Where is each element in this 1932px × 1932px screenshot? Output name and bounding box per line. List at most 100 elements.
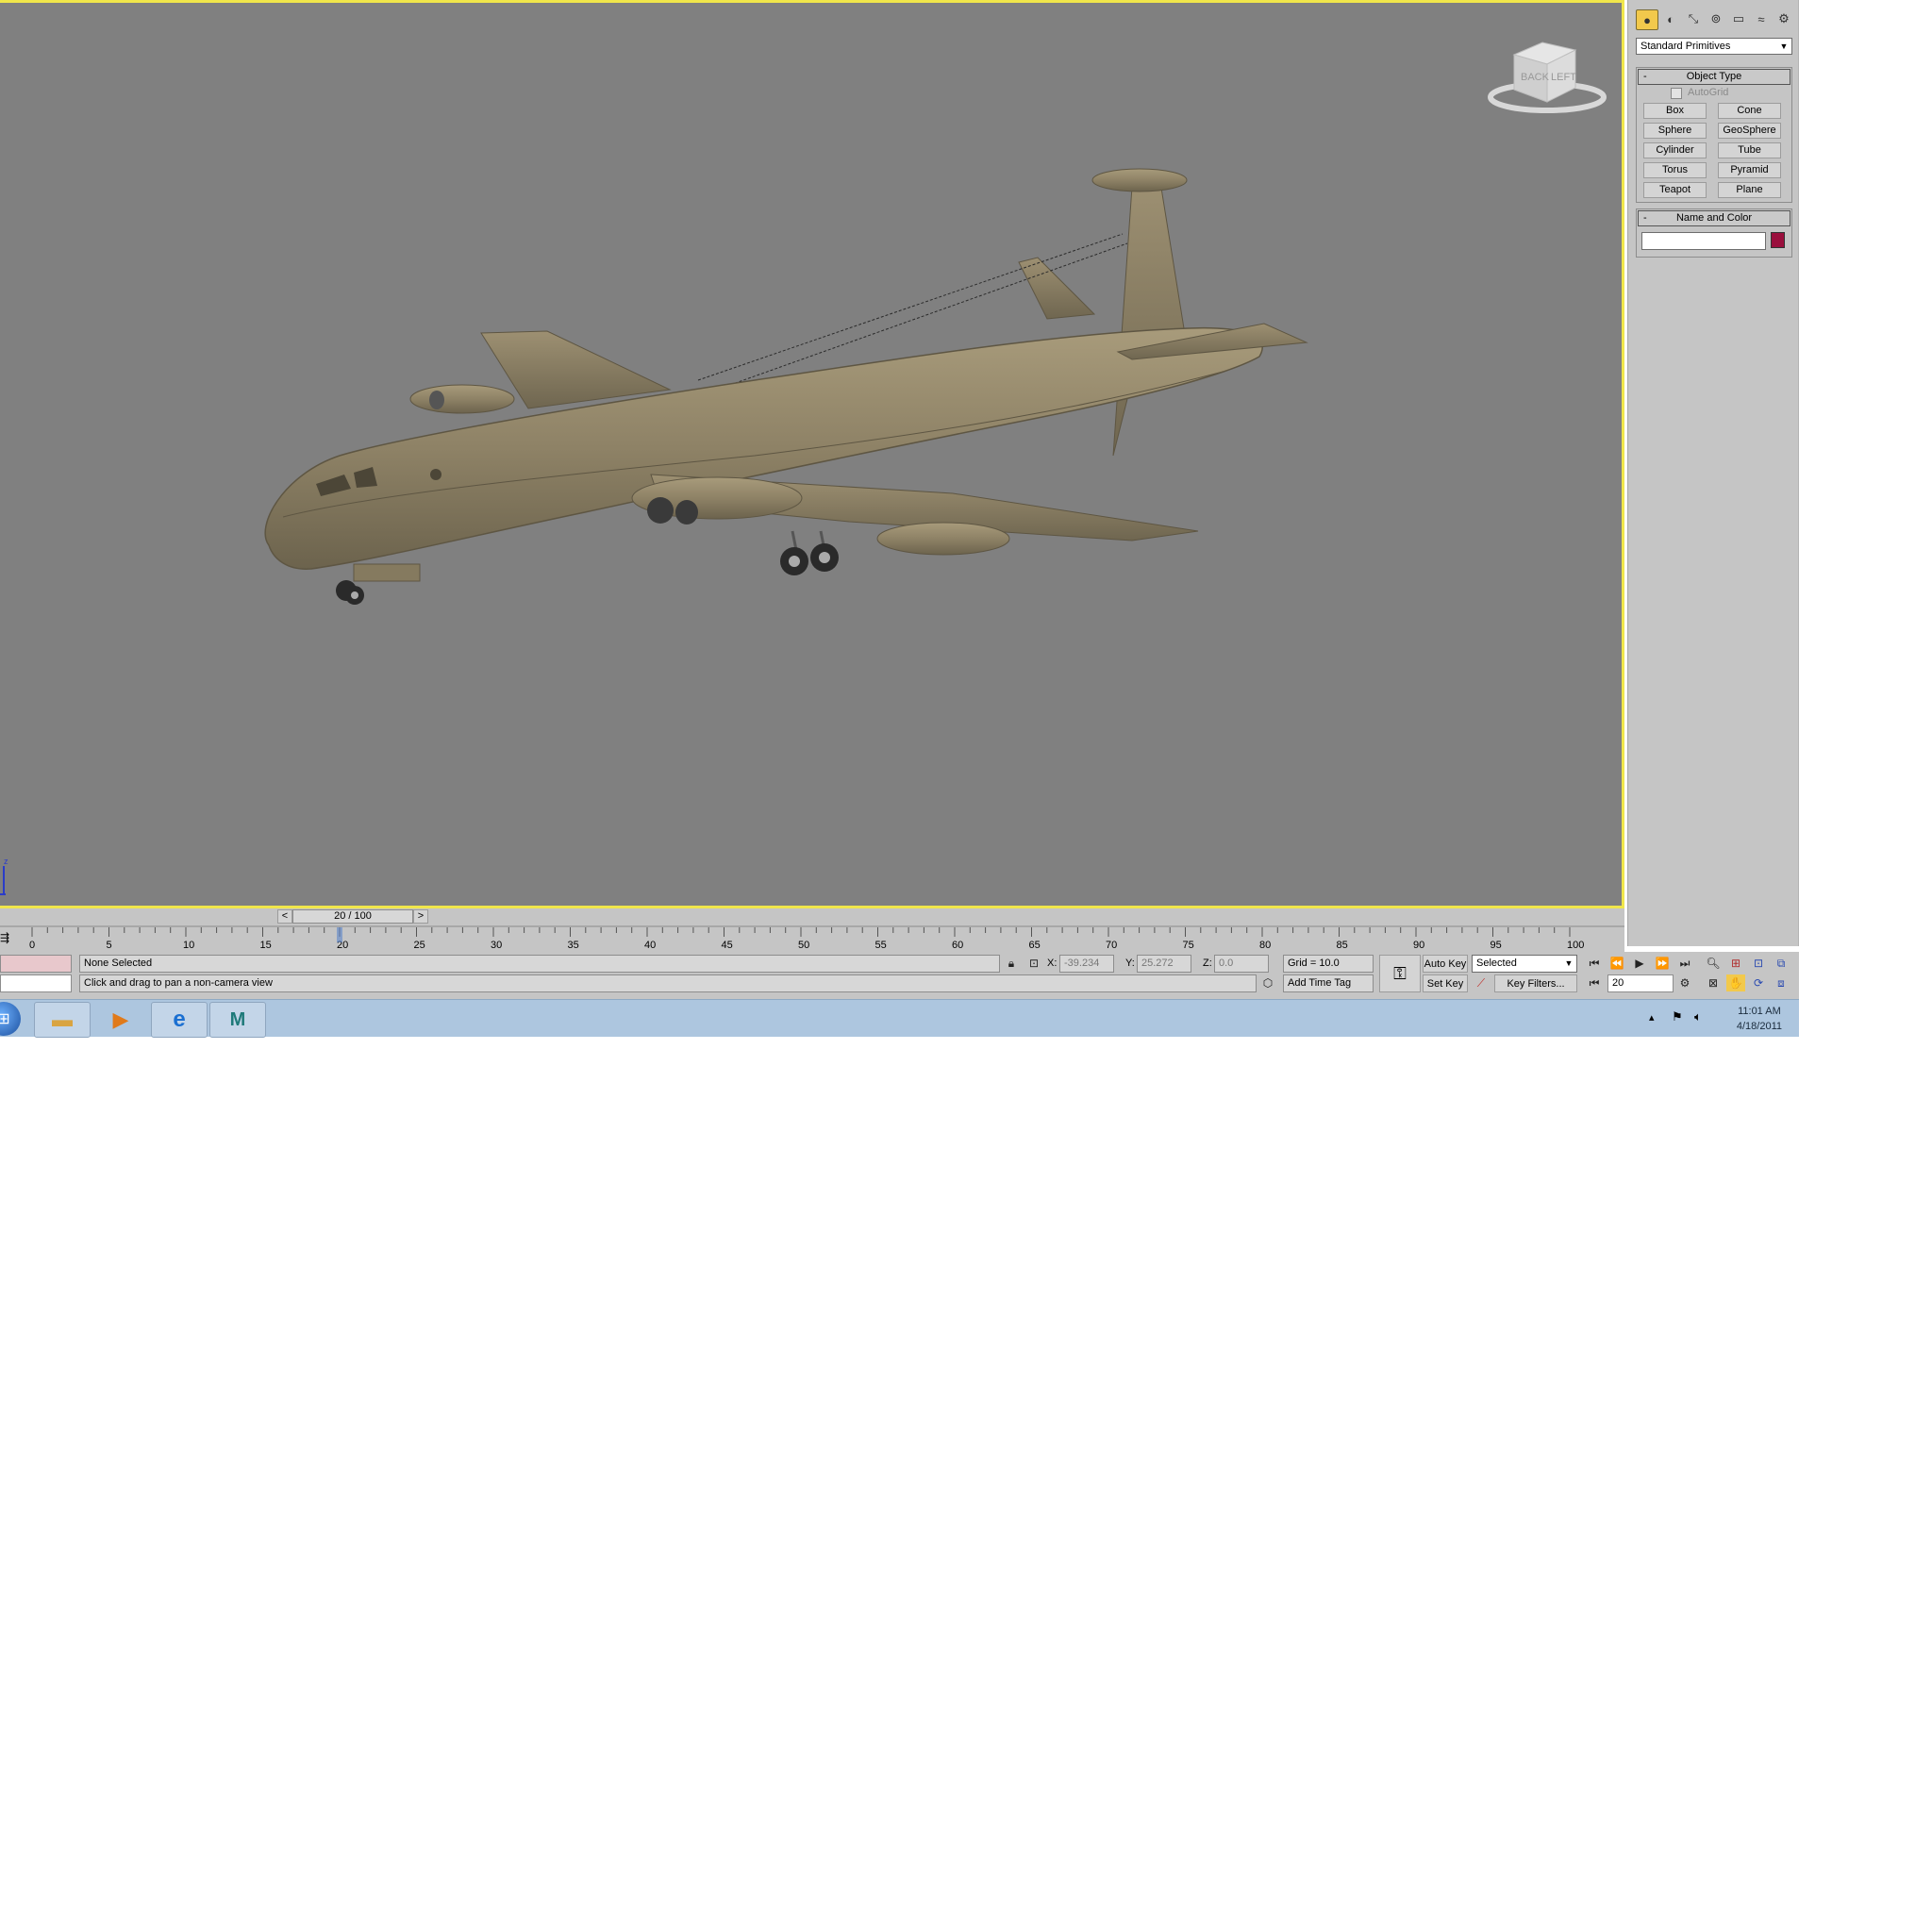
cone-button[interactable]: Cone (1718, 103, 1781, 119)
track-bar-ruler[interactable]: 0 5 10 15 20 25 30 35 40 45 50 55 60 65 70 75 80 85 90 95 10… (0, 924, 1624, 952)
hierarchy-icon[interactable]: ⤡ (1683, 9, 1704, 28)
time-prev-button[interactable]: < (277, 909, 292, 924)
windows-start-icon[interactable]: ⊞ (0, 1002, 21, 1036)
autogrid-checkbox[interactable] (1671, 88, 1682, 99)
aircraft-model[interactable]: BACK LEFT z (0, 3, 1624, 911)
category-dropdown[interactable]: Standard Primitives ▼ (1636, 38, 1792, 55)
track-bar-tick-label: 65 (1029, 940, 1041, 951)
utilities-icon[interactable]: ≈ (1751, 9, 1772, 28)
track-bar-tick-label: 25 (414, 940, 425, 951)
add-time-tag-button[interactable]: Add Time Tag (1283, 974, 1374, 992)
zoom-extents-all-icon[interactable]: ⧉ (1772, 955, 1790, 972)
key-mode-dropdown[interactable]: Selected ▼ (1472, 955, 1577, 973)
play-icon[interactable]: ▶ (1630, 955, 1649, 972)
object-name-field[interactable] (1641, 232, 1766, 250)
box-button[interactable]: Box (1643, 103, 1707, 119)
default-tangent-icon[interactable]: ⟋ (1472, 974, 1491, 991)
object-type-rollout-header[interactable]: - Object Type (1638, 69, 1790, 85)
name-and-color-title: Name and Color (1675, 212, 1753, 224)
set-keys-key-icon[interactable]: ⚿ (1379, 955, 1421, 992)
key-mode-dropdown-value: Selected (1476, 958, 1517, 969)
pan-hand-icon[interactable]: ✋ (1726, 974, 1745, 991)
zoom-extents-icon[interactable]: ⊡ (1749, 955, 1768, 972)
maximize-viewport-icon[interactable]: ⧈ (1772, 974, 1790, 991)
field-of-view-icon[interactable]: ⊠ (1704, 974, 1723, 991)
time-tag-icon[interactable]: ⬡ (1258, 974, 1277, 991)
zoom-icon[interactable]: 🔍︎ (1704, 955, 1723, 972)
collapse-icon: - (1643, 212, 1647, 224)
selection-status: None Selected (79, 955, 1000, 973)
set-key-button[interactable]: Set Key (1423, 974, 1468, 992)
object-color-swatch[interactable] (1771, 232, 1785, 248)
absolute-mode-transform-icon[interactable]: ⊡ (1024, 955, 1043, 972)
zoom-all-icon[interactable]: ⊞ (1726, 955, 1745, 972)
object-type-title: Object Type (1686, 71, 1742, 82)
next-frame-icon[interactable]: ⏩ (1653, 955, 1672, 972)
time-configuration-icon[interactable]: ⚙ (1675, 974, 1694, 991)
object-type-rollout: - Object Type AutoGrid Box Cone Sphere G… (1636, 67, 1792, 203)
display-icon[interactable]: ▭ (1728, 9, 1749, 28)
plane-button[interactable]: Plane (1718, 182, 1781, 198)
maxscript-listener-white[interactable] (0, 974, 72, 992)
time-slider-thumb[interactable]: 20 / 100 (292, 909, 413, 924)
modify-icon[interactable]: ◐ (1660, 9, 1681, 28)
current-frame-spinner[interactable]: 20 (1607, 974, 1674, 992)
z-coordinate-field[interactable]: 0.0 (1214, 955, 1269, 973)
settings-icon[interactable]: ⚙ (1774, 9, 1794, 28)
track-bar-tick-label: 95 (1491, 940, 1502, 951)
media-player-icon[interactable]: ▶ (92, 1002, 149, 1038)
track-bar-tick-label: 35 (568, 940, 579, 951)
track-bar[interactable]: 0 5 10 15 20 25 30 35 40 45 50 55 60 65 70 75 80 85 90 95 10… (0, 924, 1624, 952)
command-panel-tabs: ● ◐ ⤡ ⊚ ▭ ≈ ⚙ (1636, 9, 1796, 30)
internet-explorer-icon[interactable]: e (151, 1002, 208, 1038)
chevron-down-icon: ▼ (1564, 958, 1574, 968)
show-hidden-icons-icon[interactable]: ▴ (1649, 1011, 1655, 1024)
time-next-button[interactable]: > (413, 909, 428, 924)
file-explorer-icon[interactable]: ▬ (34, 1002, 91, 1038)
name-and-color-rollout: - Name and Color (1636, 208, 1792, 258)
track-bar-tick-label: 15 (260, 940, 272, 951)
orbit-icon[interactable]: ⟳ (1749, 974, 1768, 991)
mini-curve-editor-icon[interactable]: ⇶ (0, 931, 9, 944)
track-bar-tick-label: 60 (952, 940, 963, 951)
previous-frame-icon[interactable]: ⏪ (1607, 955, 1626, 972)
clock-date: 4/18/2011 (1736, 1021, 1782, 1032)
track-bar-tick-label: 55 (875, 940, 887, 951)
go-to-end-icon[interactable]: ⏭ (1675, 955, 1694, 972)
go-to-start-icon[interactable]: ⏮ (1585, 955, 1604, 972)
track-bar-tick-label: 5 (107, 940, 112, 951)
motion-icon[interactable]: ⊚ (1706, 9, 1726, 28)
3ds-max-icon[interactable]: M (209, 1002, 266, 1038)
key-mode-toggle-icon[interactable]: ⏮ (1585, 974, 1604, 991)
geosphere-button[interactable]: GeoSphere (1718, 123, 1781, 139)
sphere-button[interactable]: Sphere (1643, 123, 1707, 139)
teapot-button[interactable]: Teapot (1643, 182, 1707, 198)
track-bar-tick-label: 50 (798, 940, 809, 951)
track-bar-tick-label: 45 (722, 940, 733, 951)
maxscript-listener-pink[interactable] (0, 955, 72, 973)
track-bar-tick-label: 30 (491, 940, 502, 951)
x-coordinate-field[interactable]: -39.234 (1059, 955, 1114, 973)
y-coordinate-field[interactable]: 25.272 (1137, 955, 1191, 973)
time-slider-bar: < 20 / 100 > (0, 908, 1624, 924)
clock-time: 11:01 AM (1738, 1006, 1781, 1017)
perspective-viewport[interactable]: BACK LEFT z (0, 0, 1624, 908)
x-label: X: (1047, 958, 1058, 969)
name-and-color-rollout-header[interactable]: - Name and Color (1638, 210, 1790, 226)
track-bar-tick-label: 80 (1259, 940, 1271, 951)
action-center-flag-icon[interactable]: ⚑ (1672, 1009, 1683, 1024)
current-frame-marker[interactable] (337, 927, 342, 942)
create-icon[interactable]: ● (1636, 9, 1658, 30)
tube-button[interactable]: Tube (1718, 142, 1781, 158)
torus-button[interactable]: Torus (1643, 162, 1707, 178)
pyramid-button[interactable]: Pyramid (1718, 162, 1781, 178)
track-bar-tick-label: 75 (1183, 940, 1194, 951)
key-filters-button[interactable]: Key Filters... (1494, 974, 1577, 992)
viewcube[interactable]: BACK LEFT (1488, 42, 1607, 113)
auto-key-button[interactable]: Auto Key (1423, 955, 1468, 973)
volume-icon[interactable]: 🔈︎ (1694, 1009, 1702, 1024)
lock-selection-icon[interactable]: 🔒︎ (1002, 955, 1021, 972)
system-clock[interactable]: 11:01 AM 4/18/2011 (1737, 1004, 1782, 1034)
cylinder-button[interactable]: Cylinder (1643, 142, 1707, 158)
viewcube-back-label: BACK (1521, 72, 1550, 83)
